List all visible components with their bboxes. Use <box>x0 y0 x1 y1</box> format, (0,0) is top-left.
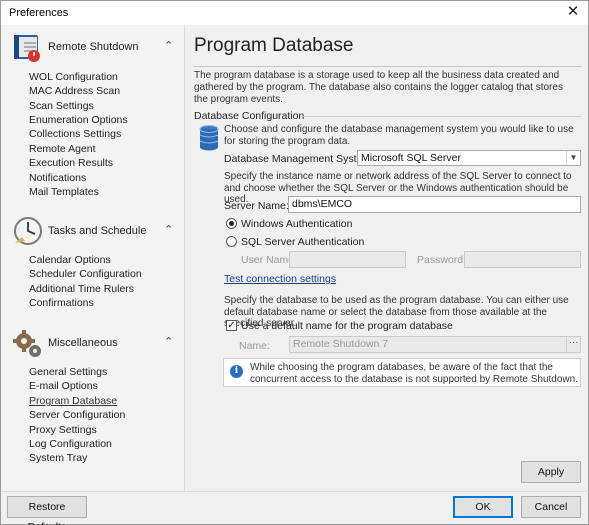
main-panel: Program Database The program database is… <box>186 25 588 491</box>
group-label: Miscellaneous <box>48 337 118 349</box>
sidebar-item-calendar-options[interactable]: Calendar Options <box>29 254 111 266</box>
page-description: The program database is a storage used t… <box>194 70 563 105</box>
sidebar-item-additional-time-rulers[interactable]: Additional Time Rulers <box>29 283 134 295</box>
chevron-up-icon[interactable]: ⌃ <box>164 223 173 236</box>
info-icon: i <box>230 365 243 378</box>
section-label: Database Configuration <box>194 110 305 122</box>
windows-auth-label[interactable]: Windows Authentication <box>241 218 352 230</box>
sidebar-item-program-database[interactable]: Program Database <box>29 395 117 407</box>
clock-icon <box>14 217 42 245</box>
sidebar-item-notifications[interactable]: Notifications <box>29 172 86 184</box>
sidebar-item-confirmations[interactable]: Confirmations <box>29 297 94 309</box>
sidebar-item-enumeration-options[interactable]: Enumeration Options <box>29 114 128 126</box>
sidebar-group-remote-shutdown[interactable]: Remote Shutdown ⌃ <box>10 29 180 65</box>
info-text: While choosing the program databases, be… <box>250 362 578 385</box>
default-name-label[interactable]: Use a default name for the program datab… <box>241 320 453 332</box>
page-title: Program Database <box>194 35 354 56</box>
cancel-button[interactable]: Cancel <box>521 496 581 518</box>
password-input[interactable] <box>464 251 581 268</box>
sidebar-item-scan-settings[interactable]: Scan Settings <box>29 100 94 112</box>
window-title: Preferences <box>9 7 69 19</box>
gears-icon <box>13 330 41 357</box>
database-name-value: Remote Shutdown 7 <box>293 338 389 350</box>
sidebar-item-wol-configuration[interactable]: WOL Configuration <box>29 71 118 83</box>
browse-icon[interactable]: ··· <box>566 337 580 352</box>
chevron-up-icon[interactable]: ⌃ <box>164 335 173 348</box>
sidebar-item-proxy-settings[interactable]: Proxy Settings <box>29 424 97 436</box>
section-divider <box>300 116 581 117</box>
database-icon <box>199 125 219 151</box>
dbms-select[interactable]: Microsoft SQL Server ▼ <box>357 150 581 166</box>
sidebar-item-email-options[interactable]: E-mail Options <box>29 380 98 392</box>
group-label: Tasks and Schedule <box>48 225 147 237</box>
title-divider <box>194 66 581 67</box>
sidebar-item-execution-results[interactable]: Execution Results <box>29 157 113 169</box>
test-connection-link[interactable]: Test connection settings <box>224 273 336 285</box>
sidebar-item-collections-settings[interactable]: Collections Settings <box>29 128 121 140</box>
username-input[interactable] <box>289 251 406 268</box>
footer-divider <box>2 491 589 492</box>
dbms-label: Database Management System: <box>224 153 374 165</box>
sidebar-item-mail-templates[interactable]: Mail Templates <box>29 186 99 198</box>
database-name-input[interactable]: Remote Shutdown 7 ··· <box>289 336 581 353</box>
preferences-window: Preferences ✕ Remote Shutdown ⌃ WOL Conf… <box>0 0 589 525</box>
sidebar-item-remote-agent[interactable]: Remote Agent <box>29 143 96 155</box>
info-box: i While choosing the program databases, … <box>223 358 581 387</box>
server-name-input[interactable]: dbms\EMCO <box>288 196 581 213</box>
name-label: Name: <box>239 340 270 352</box>
ok-button[interactable]: OK <box>453 496 513 518</box>
apply-button[interactable]: Apply <box>521 461 581 483</box>
sql-auth-label[interactable]: SQL Server Authentication <box>241 236 364 248</box>
sidebar-item-mac-address-scan[interactable]: MAC Address Scan <box>29 85 120 97</box>
sidebar-item-general-settings[interactable]: General Settings <box>29 366 107 378</box>
restore-defaults-button[interactable]: Restore Defaults <box>7 496 87 525</box>
default-name-checkbox[interactable]: ✓ <box>226 320 237 331</box>
sidebar: Remote Shutdown ⌃ WOL Configuration MAC … <box>2 25 185 491</box>
dbms-select-value: Microsoft SQL Server <box>361 152 461 164</box>
windows-auth-radio[interactable] <box>226 218 237 229</box>
book-icon <box>14 35 40 62</box>
sidebar-item-server-configuration[interactable]: Server Configuration <box>29 409 125 421</box>
close-icon[interactable]: ✕ <box>564 3 582 21</box>
choose-dbms-text: Choose and configure the database manage… <box>224 124 574 147</box>
sidebar-item-scheduler-configuration[interactable]: Scheduler Configuration <box>29 268 142 280</box>
sidebar-group-tasks-and-schedule[interactable]: Tasks and Schedule ⌃ <box>10 213 180 249</box>
title-bar: Preferences ✕ <box>1 1 588 25</box>
group-label: Remote Shutdown <box>48 41 139 53</box>
sql-auth-radio[interactable] <box>226 236 237 247</box>
sidebar-item-log-configuration[interactable]: Log Configuration <box>29 438 112 450</box>
sidebar-item-system-tray[interactable]: System Tray <box>29 452 87 464</box>
server-name-label: Server Name: <box>224 200 289 212</box>
chevron-down-icon[interactable]: ▼ <box>566 151 580 165</box>
sidebar-group-miscellaneous[interactable]: Miscellaneous ⌃ <box>10 325 180 361</box>
chevron-up-icon[interactable]: ⌃ <box>164 39 173 52</box>
password-label: Password: <box>417 254 467 266</box>
